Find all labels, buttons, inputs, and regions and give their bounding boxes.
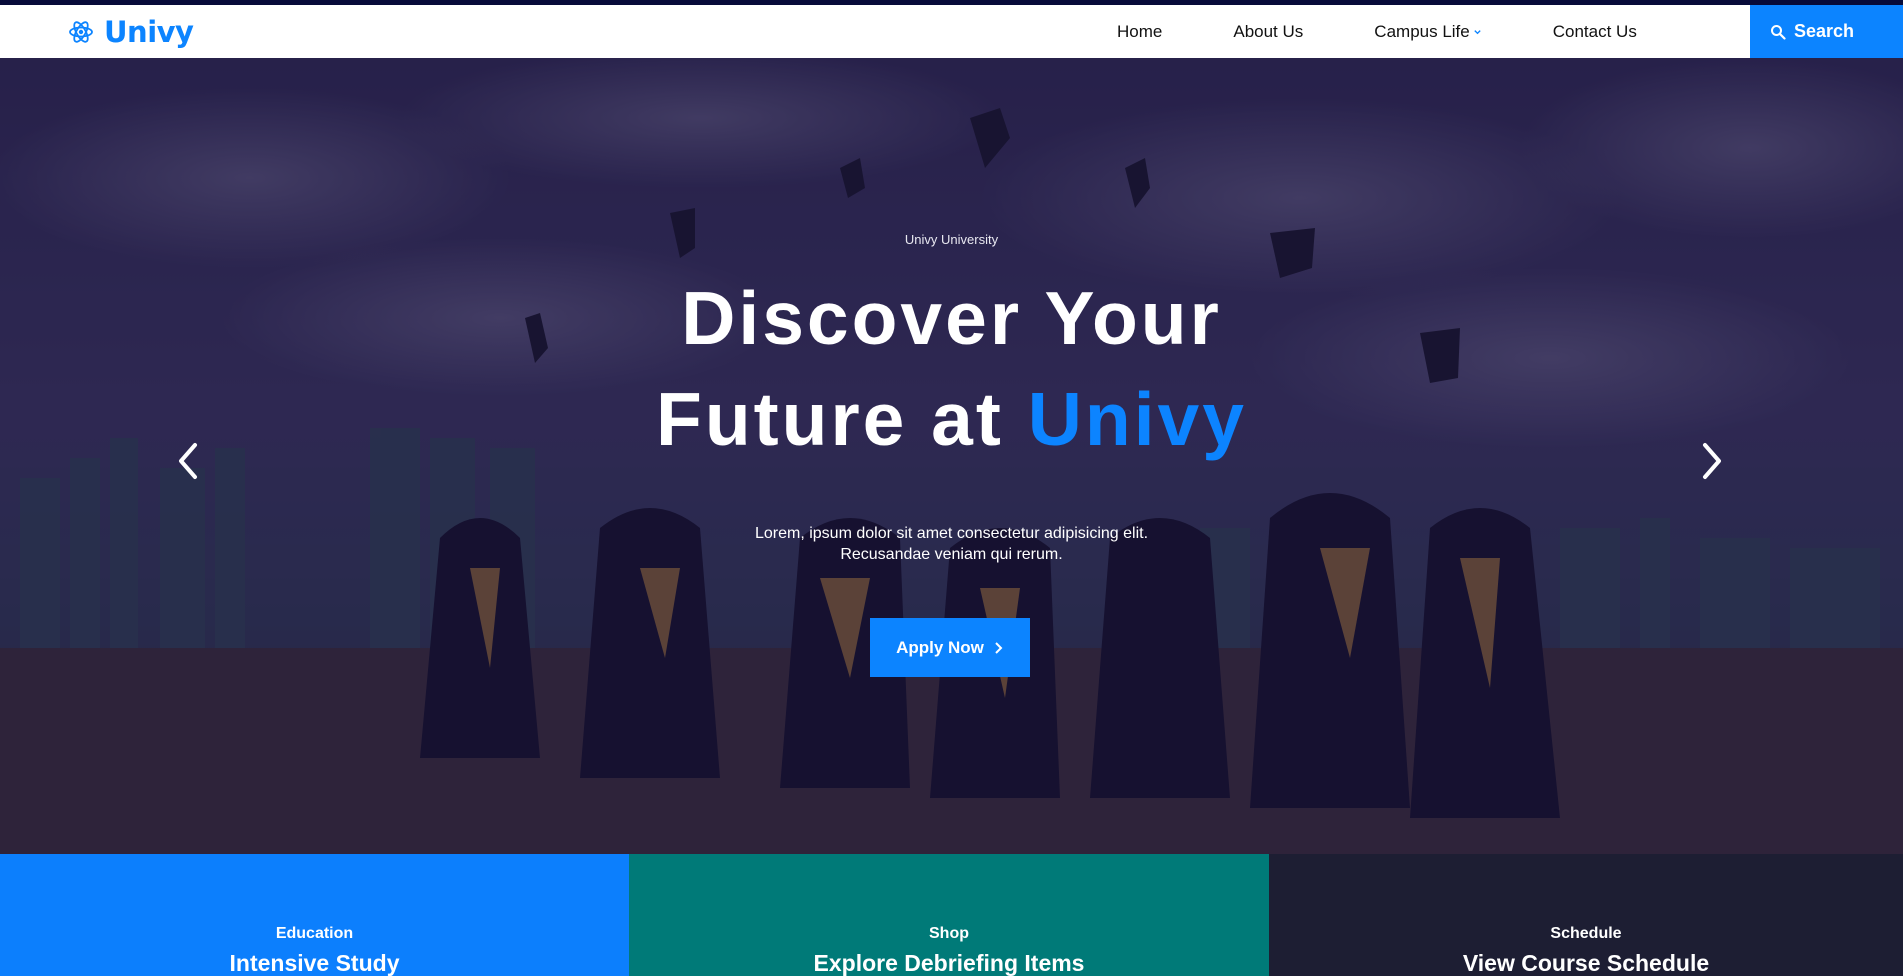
slider-next-arrow[interactable] <box>1693 433 1733 489</box>
feature-label: Schedule <box>1550 925 1622 942</box>
main-nav: Home About Us Campus Life Contact Us <box>1117 5 1637 58</box>
feature-title: Explore Debriefing Items <box>813 950 1085 976</box>
nav-home-label: Home <box>1117 21 1163 41</box>
search-button[interactable]: Search <box>1750 5 1903 58</box>
feature-cards: Education Intensive Study Shop Explore D… <box>0 854 1903 976</box>
nav-contact-label: Contact Us <box>1552 21 1637 41</box>
hero-slider: Univy University Discover Your Future at… <box>0 58 1903 854</box>
feature-card-schedule[interactable]: Schedule View Course Schedule <box>1269 854 1903 976</box>
chevron-left-icon <box>179 443 197 479</box>
apply-now-button[interactable]: Apply Now <box>870 618 1030 677</box>
feature-title: Intensive Study <box>229 950 400 976</box>
hero-eyebrow: Univy University <box>904 232 999 247</box>
hero-description: Lorem, ipsum dolor sit amet consectetur … <box>754 525 1149 563</box>
slider-prev-arrow[interactable] <box>167 433 207 489</box>
nav-contact-us[interactable]: Contact Us <box>1553 22 1637 42</box>
nav-campus-life[interactable]: Campus Life <box>1374 22 1481 42</box>
atom-icon <box>69 21 93 43</box>
navbar: Univy Home About Us Campus Life Contact … <box>0 5 1903 58</box>
brand-logo[interactable]: Univy <box>68 15 194 49</box>
hero-headline: Discover Your Future at Univy <box>0 268 1903 470</box>
brand-name: Univy <box>104 15 194 49</box>
headline-line-2-prefix: Future at <box>656 377 1004 461</box>
feature-label: Education <box>275 925 354 942</box>
feature-card-education[interactable]: Education Intensive Study <box>0 854 629 976</box>
nav-about-label: About Us <box>1233 21 1304 41</box>
nav-about-us[interactable]: About Us <box>1233 22 1303 42</box>
feature-title: View Course Schedule <box>1462 950 1710 976</box>
feature-label: Shop <box>929 925 969 942</box>
nav-home[interactable]: Home <box>1117 22 1162 42</box>
hero-content: Univy University Discover Your Future at… <box>0 58 1903 854</box>
apply-now-label: Apply Now <box>896 637 984 657</box>
headline-line-2-accent: Univy <box>1027 377 1247 461</box>
headline-line-1: Discover Your <box>681 276 1222 360</box>
search-icon <box>1771 24 1786 40</box>
chevron-right-icon <box>1703 443 1721 479</box>
chevron-down-icon <box>1474 30 1481 35</box>
nav-campus-label: Campus Life <box>1374 21 1470 41</box>
search-label: Search <box>1794 21 1855 41</box>
chevron-right-icon <box>995 641 1003 654</box>
feature-card-shop[interactable]: Shop Explore Debriefing Items <box>629 854 1269 976</box>
